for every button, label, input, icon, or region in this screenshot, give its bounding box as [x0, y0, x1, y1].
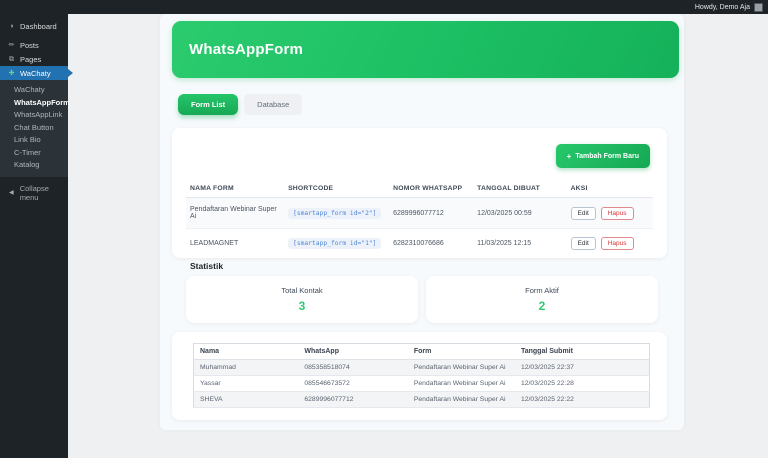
contact-form-cell: Pendaftaran Webinar Super Ai — [408, 392, 515, 408]
edit-button[interactable]: Edit — [571, 207, 596, 220]
stat-label: Total Kontak — [281, 286, 322, 295]
created-date-cell: 11/03/2025 12:15 — [473, 229, 566, 259]
pages-icon: ⧉ — [7, 56, 16, 63]
column-header-nomor-whatsapp: Nomor WhatsApp — [389, 180, 473, 198]
form-name-cell: Pendaftaran Webinar Super Ai — [186, 198, 284, 229]
sidebar-item-pages[interactable]: ⧉ Pages — [0, 52, 68, 66]
page-header-banner: WhatsAppForm — [172, 21, 679, 78]
column-header-tanggal-dibuat: Tanggal Dibuat — [473, 180, 566, 198]
column-header-whatsapp: WhatsApp — [298, 344, 407, 360]
sidebar-item-dashboard[interactable]: ◑ Dashboard — [0, 19, 68, 33]
submenu-item-chat-button[interactable]: Chat Button — [0, 122, 68, 135]
contact-submit-date-cell: 12/03/2025 22:37 — [515, 360, 650, 376]
column-header-shortcode: Shortcode — [284, 180, 389, 198]
contact-name-cell: Muhammad — [194, 360, 299, 376]
whatsapp-number-cell: 6282310076686 — [389, 229, 473, 259]
column-header-form: Form — [408, 344, 515, 360]
contact-form-cell: Pendaftaran Webinar Super Ai — [408, 376, 515, 392]
table-row: Pendaftaran Webinar Super Ai [smartapp_f… — [186, 198, 653, 229]
avatar[interactable] — [754, 3, 763, 12]
add-form-button-label: Tambah Form Baru — [575, 153, 639, 160]
column-header-nama-form: Nama Form — [186, 180, 284, 198]
wachaty-plugin-icon: ❉ — [7, 70, 16, 77]
sidebar-item-label: Pages — [20, 55, 41, 64]
admin-sidebar: ◑ Dashboard ✏ Posts ⧉ Pages ❉ WaChaty Wa… — [0, 14, 68, 458]
column-header-nama: Nama — [194, 344, 299, 360]
admin-bar: Howdy, Demo Aja — [0, 0, 768, 14]
contact-name-cell: SHEVA — [194, 392, 299, 408]
column-header-aksi: Aksi — [567, 180, 653, 198]
column-header-tanggal-submit: Tanggal Submit — [515, 344, 650, 360]
add-form-button[interactable]: + Tambah Form Baru — [556, 144, 650, 168]
form-list-card: + Tambah Form Baru Nama Form Shortcode N… — [172, 128, 667, 258]
submenu-item-c-timer[interactable]: C-Timer — [0, 147, 68, 160]
collapse-menu-label: Collapse menu — [20, 184, 68, 202]
table-row: LEADMAGNET [smartapp_form id="1"] 628231… — [186, 229, 653, 259]
sidebar-item-label: WaChaty — [20, 69, 51, 78]
sidebar-item-label: Posts — [20, 41, 39, 50]
content-wrapper: WhatsAppForm Form List Database + Tambah… — [160, 14, 684, 430]
howdy-account-link[interactable]: Howdy, Demo Aja — [695, 4, 750, 11]
contact-submit-date-cell: 12/03/2025 22:28 — [515, 376, 650, 392]
table-row: Yassar 085546673572 Pendaftaran Webinar … — [194, 376, 650, 392]
forms-table: Nama Form Shortcode Nomor WhatsApp Tangg… — [186, 180, 653, 259]
whatsapp-number-cell: 6289996077712 — [389, 198, 473, 229]
created-date-cell: 12/03/2025 00:59 — [473, 198, 566, 229]
statistik-heading: Statistik — [190, 261, 223, 271]
submenu-item-link-bio[interactable]: Link Bio — [0, 134, 68, 147]
forms-table-header-row: Nama Form Shortcode Nomor WhatsApp Tangg… — [186, 180, 653, 198]
contact-form-cell: Pendaftaran Webinar Super Ai — [408, 360, 515, 376]
contacts-table-header-row: Nama WhatsApp Form Tanggal Submit — [194, 344, 650, 360]
collapse-menu-button[interactable]: ◀ Collapse menu — [0, 186, 68, 200]
shortcode-chip[interactable]: [smartapp_form id="2"] — [288, 208, 381, 219]
edit-button[interactable]: Edit — [571, 237, 596, 250]
table-row: Muhammad 085358518074 Pendaftaran Webina… — [194, 360, 650, 376]
delete-button[interactable]: Hapus — [601, 207, 634, 220]
contact-submit-date-cell: 12/03/2025 22:22 — [515, 392, 650, 408]
tab-database[interactable]: Database — [244, 94, 302, 115]
pushpin-icon: ✏ — [7, 42, 16, 49]
submenu-item-katalog[interactable]: Katalog — [0, 159, 68, 172]
tab-form-list[interactable]: Form List — [178, 94, 238, 115]
contact-whatsapp-cell: 085358518074 — [298, 360, 407, 376]
sidebar-item-wachaty[interactable]: ❉ WaChaty — [0, 66, 68, 80]
contacts-card: Nama WhatsApp Form Tanggal Submit Muhamm… — [172, 332, 667, 420]
table-row: SHEVA 6289996077712 Pendaftaran Webinar … — [194, 392, 650, 408]
contact-whatsapp-cell: 085546673572 — [298, 376, 407, 392]
wachaty-submenu: WaChaty WhatsAppForm WhatsAppLink Chat B… — [0, 80, 68, 177]
contacts-table: Nama WhatsApp Form Tanggal Submit Muhamm… — [193, 343, 650, 408]
form-name-cell: LEADMAGNET — [186, 229, 284, 259]
tab-bar: Form List Database — [178, 94, 302, 115]
contact-name-cell: Yassar — [194, 376, 299, 392]
page-title: WhatsAppForm — [189, 41, 303, 58]
submenu-item-wachaty[interactable]: WaChaty — [0, 84, 68, 97]
sidebar-item-posts[interactable]: ✏ Posts — [0, 38, 68, 52]
stat-card-total-kontak: Total Kontak 3 — [186, 276, 418, 323]
stat-value: 3 — [299, 299, 306, 313]
sidebar-item-label: Dashboard — [20, 22, 57, 31]
active-menu-arrow — [68, 69, 73, 77]
contact-whatsapp-cell: 6289996077712 — [298, 392, 407, 408]
collapse-arrow-icon: ◀ — [7, 190, 16, 196]
stat-label: Form Aktif — [525, 286, 559, 295]
stat-value: 2 — [539, 299, 546, 313]
stat-card-form-aktif: Form Aktif 2 — [426, 276, 658, 323]
submenu-item-whatsapplink[interactable]: WhatsAppLink — [0, 109, 68, 122]
delete-button[interactable]: Hapus — [601, 237, 634, 250]
shortcode-chip[interactable]: [smartapp_form id="1"] — [288, 238, 381, 249]
submenu-item-whatsappform[interactable]: WhatsAppForm — [0, 97, 68, 110]
dashboard-icon: ◑ — [7, 23, 16, 30]
plus-icon: + — [567, 152, 572, 161]
